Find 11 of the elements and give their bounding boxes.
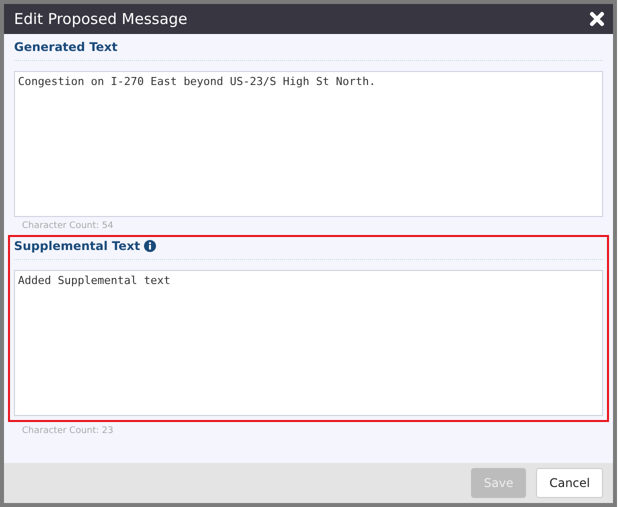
dialog-title: Edit Proposed Message (14, 10, 188, 28)
text-area[interactable]: Added Supplemental text (14, 270, 603, 416)
section-label: Generated Text (14, 40, 118, 54)
section-label: Supplemental Text (14, 239, 140, 253)
dialog-button[interactable]: Cancel (536, 468, 603, 498)
info-icon[interactable] (144, 240, 156, 252)
text-area[interactable]: Congestion on I-270 East beyond US-23/S High St North. (14, 71, 603, 217)
close-button[interactable] (589, 11, 605, 27)
character-count: Character Count: 54 (21, 220, 114, 233)
close-icon (589, 11, 605, 27)
character-count: Character Count: 23 (21, 425, 114, 438)
